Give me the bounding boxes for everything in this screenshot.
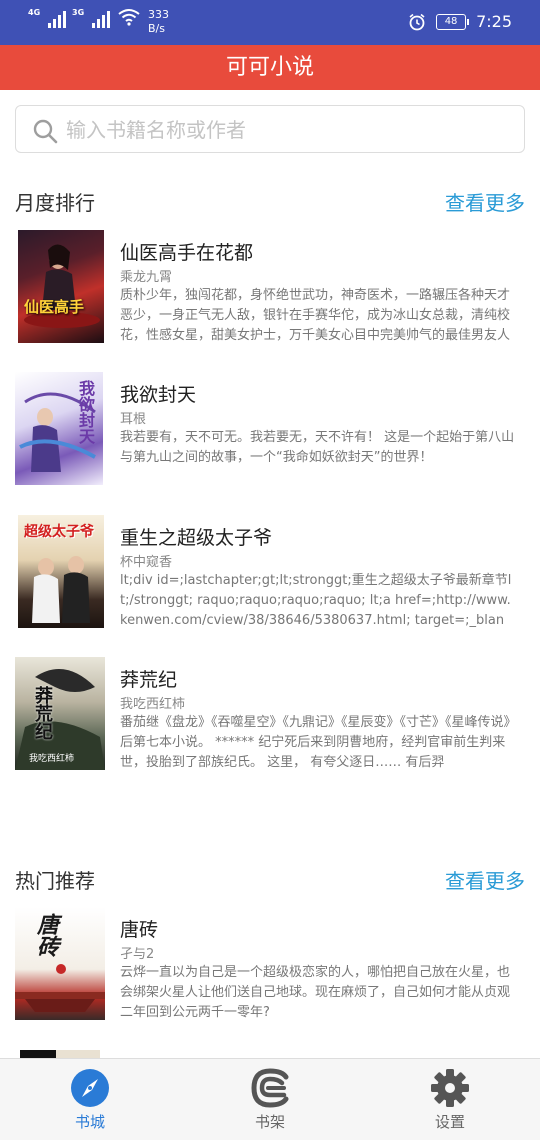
book-author: 孑与2 bbox=[120, 947, 155, 962]
alarm-icon bbox=[409, 13, 425, 30]
nav-settings[interactable]: 设置 bbox=[360, 1059, 540, 1140]
speed-unit: B/s bbox=[148, 22, 165, 35]
book-cover: 仙医高手 bbox=[18, 230, 104, 343]
gear-icon bbox=[431, 1069, 469, 1107]
bottom-nav: 书城 书架 设置 bbox=[0, 1058, 540, 1140]
network-type-label: 3G bbox=[72, 8, 85, 17]
book-author: 乘龙九霄 bbox=[120, 270, 173, 285]
network-type-label: 4G bbox=[28, 8, 41, 17]
book-description: 我若要有，天不可无。我若要无，天不许有！ 这是一个起始于第八山与第九山之间的故事… bbox=[120, 430, 515, 465]
search-icon bbox=[33, 119, 58, 144]
section-title: 热门推荐 bbox=[15, 869, 95, 893]
book-title: 唐砖 bbox=[120, 919, 159, 941]
status-bar: 4G 3G 333 B/s 48 7:25 bbox=[0, 0, 540, 45]
nav-bookstore[interactable]: 书城 bbox=[0, 1059, 180, 1140]
status-left: 4G 3G 333 B/s bbox=[28, 8, 169, 36]
nav-label: 设置 bbox=[434, 1113, 465, 1131]
book-cover: 我欲封天 bbox=[15, 372, 103, 485]
book-author: 杯中窥香 bbox=[120, 555, 173, 570]
hot-section-header: 热门推荐 查看更多 bbox=[15, 865, 525, 895]
compass-icon bbox=[71, 1069, 109, 1107]
battery-level: 48 bbox=[444, 15, 458, 27]
monthly-section-header: 月度排行 查看更多 bbox=[15, 187, 525, 217]
network-speed: 333 B/s bbox=[148, 8, 169, 36]
section-title: 月度排行 bbox=[15, 191, 95, 215]
book-cover: 超级太子爷 bbox=[18, 515, 104, 628]
cover-title: 超级太子爷 bbox=[24, 524, 94, 540]
status-right: 48 7:25 bbox=[408, 12, 512, 31]
signal-3g-icon: 3G bbox=[72, 8, 110, 28]
book-item[interactable]: 唐砖 唐砖 孑与2 云烨一直以为自己是一个超级极恋家的人，哪怕把自己放在火星，也… bbox=[15, 907, 525, 1022]
book-author: 耳根 bbox=[120, 412, 147, 427]
cover-author: 我吃西红柿 bbox=[29, 754, 75, 764]
view-more-link[interactable]: 查看更多 bbox=[445, 865, 525, 894]
wifi-icon bbox=[118, 9, 140, 26]
view-more-link[interactable]: 查看更多 bbox=[445, 187, 525, 216]
book-item[interactable]: 我欲封天 我欲封天 耳根 我若要有，天不可无。我若要无，天不许有！ 这是一个起始… bbox=[15, 372, 525, 487]
book-description: 质朴少年，独闯花都，身怀绝世武功，神奇医术，一路辗压各种天才恶少，一身正气无人敌… bbox=[120, 288, 511, 343]
app-title: 可可小说 bbox=[225, 55, 314, 80]
book-cover: 唐砖 bbox=[15, 907, 105, 1020]
app-title-bar: 可可小说 bbox=[0, 45, 540, 90]
book-item[interactable]: 仙医高手 仙医高手在花都 乘龙九霄 质朴少年，独闯花都，身怀绝世武功，神奇医术，… bbox=[15, 230, 525, 345]
book-description: 番茄继《盘龙》《吞噬星空》《九鼎记》《星辰变》《寸芒》《星峰传说》后第七本小说。… bbox=[120, 715, 511, 770]
book-item[interactable]: 莽荒纪 我吃西红柿 莽荒纪 我吃西红柿 番茄继《盘龙》《吞噬星空》《九鼎记》《星… bbox=[15, 657, 525, 772]
book-description: lt;div id=;lastchapter;gt;lt;stronggt;重生… bbox=[120, 573, 512, 628]
nav-label: 书城 bbox=[74, 1113, 105, 1131]
cover-title: 仙医高手 bbox=[24, 298, 85, 316]
nav-bookshelf[interactable]: 书架 bbox=[180, 1059, 360, 1140]
book-title: 重生之超级太子爷 bbox=[120, 527, 273, 549]
search-input[interactable] bbox=[66, 112, 506, 148]
book-cover: 莽荒纪 我吃西红柿 bbox=[15, 657, 105, 770]
cover-title: 唐砖 bbox=[33, 913, 58, 957]
book-title: 我欲封天 bbox=[120, 384, 197, 406]
search-box[interactable] bbox=[15, 105, 525, 153]
speed-value: 333 bbox=[148, 8, 169, 21]
nav-label: 书架 bbox=[254, 1113, 285, 1131]
cover-figure bbox=[24, 244, 100, 328]
book-description: 云烨一直以为自己是一个超级极恋家的人，哪怕把自己放在火星，也会绑架火星人让他们送… bbox=[120, 965, 511, 1020]
book-title: 莽荒纪 bbox=[120, 669, 178, 691]
book-title: 仙医高手在花都 bbox=[120, 242, 254, 264]
signal-4g-icon: 4G bbox=[28, 8, 66, 28]
clock: 7:25 bbox=[476, 12, 512, 31]
book-item[interactable]: 超级太子爷 重生之超级太子爷 杯中窥香 lt;div id=;lastchapt… bbox=[15, 515, 525, 630]
cover-title: 莽荒纪 bbox=[32, 686, 53, 740]
bookshelf-icon bbox=[251, 1068, 289, 1108]
book-author: 我吃西红柿 bbox=[120, 697, 186, 712]
battery-icon: 48 bbox=[436, 13, 470, 30]
book-cover-partial bbox=[20, 1050, 100, 1058]
cover-title: 我欲封天 bbox=[76, 380, 95, 444]
